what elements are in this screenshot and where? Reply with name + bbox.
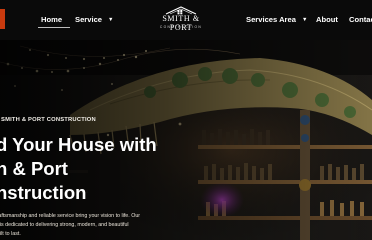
- nav-contact-link[interactable]: Contact: [349, 15, 372, 24]
- hero-description-line: craftsmanship and reliable service bring…: [0, 213, 141, 219]
- nav-service-link[interactable]: Service ▼: [75, 15, 113, 24]
- nav-services-area-link[interactable]: Services Area ▼: [246, 15, 307, 24]
- hero-headline: d Your House with h & Port nstruction: [0, 133, 157, 205]
- hero-description: craftsmanship and reliable service bring…: [0, 212, 140, 239]
- hero-description-line: built to last.: [0, 231, 21, 237]
- hero-headline-line: d Your House with: [0, 134, 157, 155]
- logo-tagline: CONSTRUCTION: [159, 24, 203, 29]
- contact-cta-button-edge[interactable]: [0, 9, 5, 29]
- hero-eyebrow: SMITH & PORT CONSTRUCTION: [1, 117, 96, 123]
- nav-about-link[interactable]: About: [316, 15, 338, 24]
- active-link-underline: [38, 27, 70, 28]
- site-logo[interactable]: SMITH & PORT CONSTRUCTION: [152, 5, 210, 33]
- top-navbar: Home Service ▼ SMITH & PORT CONSTRUCTION …: [0, 0, 372, 40]
- hero-headline-line: h & Port: [0, 158, 68, 179]
- hero-headline-line: nstruction: [0, 182, 87, 203]
- logo-name: SMITH & PORT: [162, 14, 200, 32]
- nav-home-link[interactable]: Home: [41, 15, 62, 24]
- hero-description-line: m is dedicated to delivering strong, mod…: [0, 222, 129, 228]
- nav-service-label: Service: [75, 15, 103, 24]
- chevron-down-icon: ▼: [108, 17, 114, 23]
- nav-services-area-label: Services Area: [246, 15, 296, 24]
- chevron-down-icon: ▼: [301, 17, 308, 23]
